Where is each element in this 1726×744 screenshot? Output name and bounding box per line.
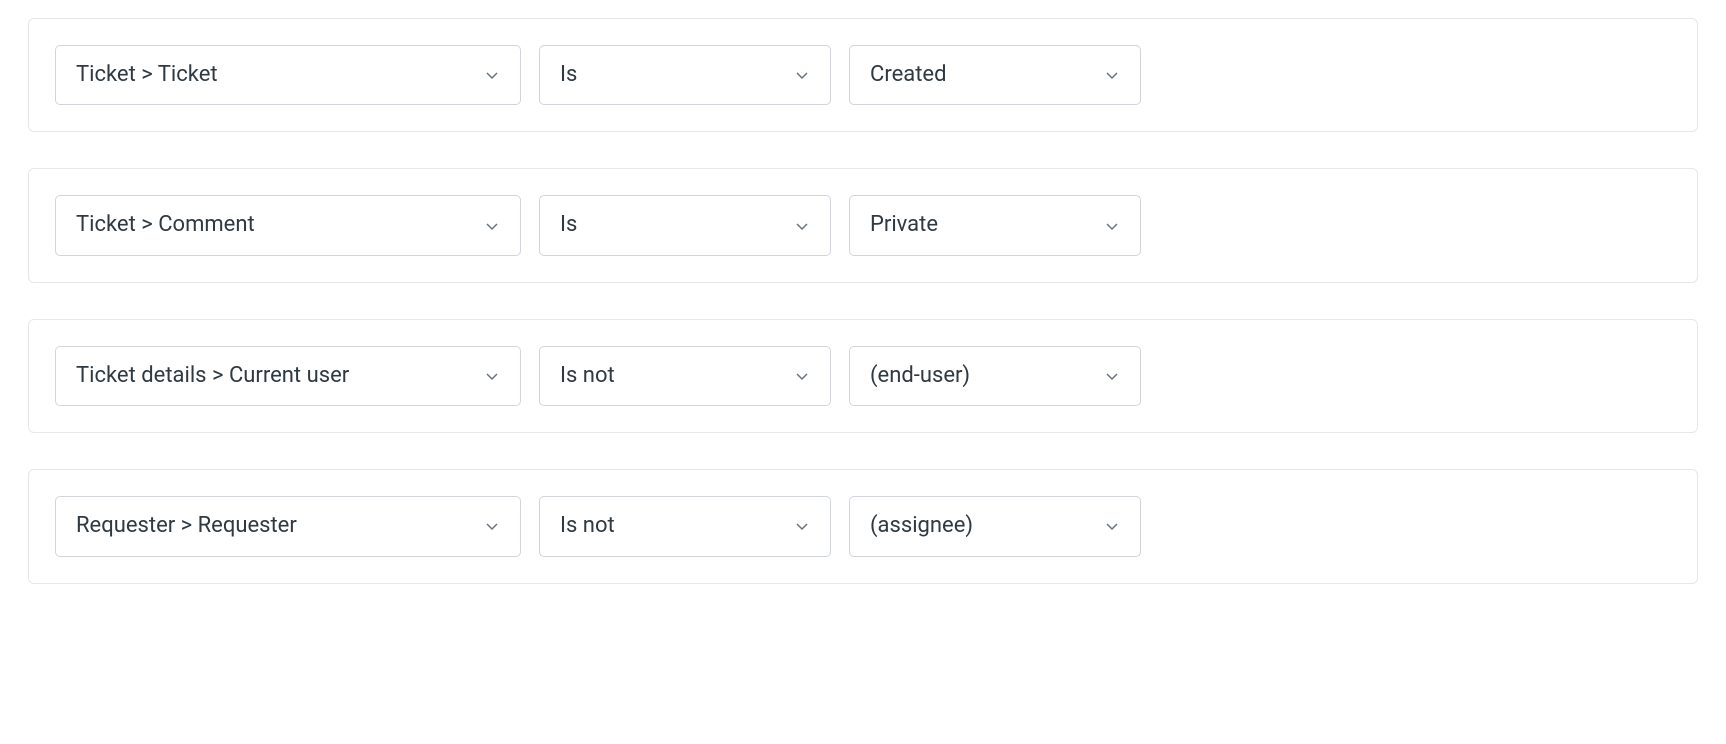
condition-row: Ticket details > Current user Is not (en…: [28, 319, 1698, 433]
chevron-down-icon: [484, 218, 500, 234]
condition-row: Ticket > Comment Is Private: [28, 168, 1698, 282]
condition-field-label: Ticket > Ticket: [76, 62, 218, 88]
condition-operator-select[interactable]: Is: [539, 45, 831, 105]
chevron-down-icon: [484, 368, 500, 384]
condition-field-label: Requester > Requester: [76, 513, 297, 539]
condition-field-select[interactable]: Ticket > Ticket: [55, 45, 521, 105]
chevron-down-icon: [794, 67, 810, 83]
condition-value-label: (assignee): [870, 513, 973, 539]
condition-row: Ticket > Ticket Is Created: [28, 18, 1698, 132]
condition-operator-label: Is: [560, 212, 577, 238]
condition-value-label: Created: [870, 62, 946, 88]
condition-row: Requester > Requester Is not (assignee): [28, 469, 1698, 583]
condition-field-select[interactable]: Ticket details > Current user: [55, 346, 521, 406]
condition-field-label: Ticket > Comment: [76, 212, 255, 238]
condition-operator-select[interactable]: Is not: [539, 496, 831, 556]
condition-field-select[interactable]: Ticket > Comment: [55, 195, 521, 255]
condition-value-select[interactable]: Private: [849, 195, 1141, 255]
chevron-down-icon: [484, 518, 500, 534]
chevron-down-icon: [1104, 67, 1120, 83]
condition-value-select[interactable]: (assignee): [849, 496, 1141, 556]
chevron-down-icon: [1104, 218, 1120, 234]
condition-field-label: Ticket details > Current user: [76, 363, 349, 389]
condition-operator-select[interactable]: Is not: [539, 346, 831, 406]
condition-operator-label: Is not: [560, 513, 615, 539]
chevron-down-icon: [794, 368, 810, 384]
condition-value-select[interactable]: (end-user): [849, 346, 1141, 406]
condition-value-label: (end-user): [870, 363, 970, 389]
chevron-down-icon: [484, 67, 500, 83]
condition-value-select[interactable]: Created: [849, 45, 1141, 105]
condition-value-label: Private: [870, 212, 938, 238]
condition-operator-label: Is not: [560, 363, 615, 389]
chevron-down-icon: [1104, 518, 1120, 534]
condition-operator-select[interactable]: Is: [539, 195, 831, 255]
chevron-down-icon: [794, 218, 810, 234]
condition-operator-label: Is: [560, 62, 577, 88]
chevron-down-icon: [1104, 368, 1120, 384]
chevron-down-icon: [794, 518, 810, 534]
condition-field-select[interactable]: Requester > Requester: [55, 496, 521, 556]
